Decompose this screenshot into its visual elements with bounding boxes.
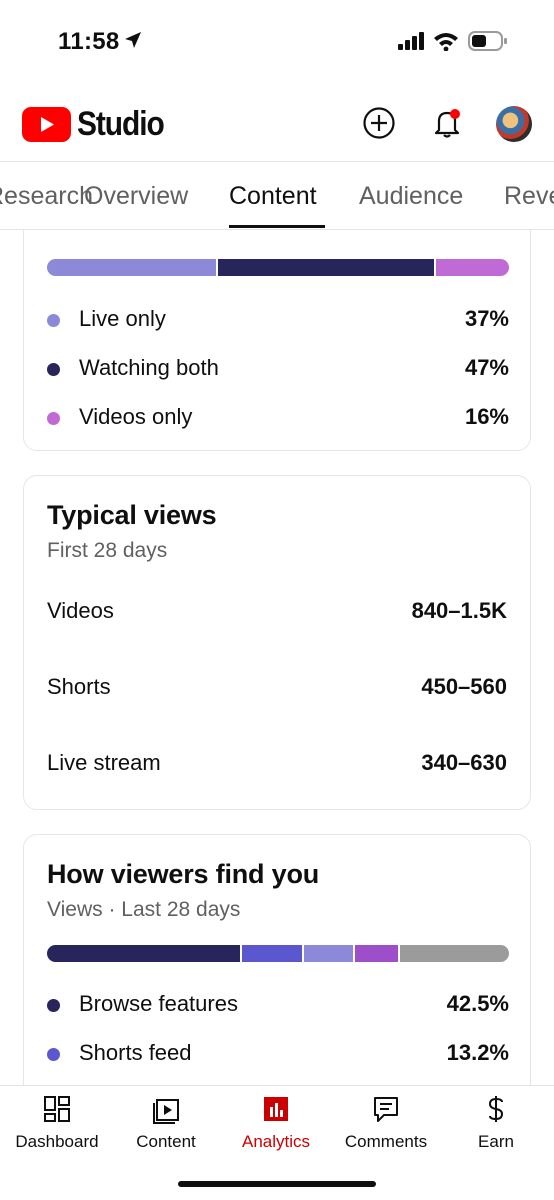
bar-segment [354,945,399,962]
typical-views-row: Live stream 340–630 [47,750,507,780]
bar-segment [47,259,217,276]
typical-views-card[interactable]: Typical views First 28 days Videos 840–1… [23,475,531,810]
legend-dot [47,314,60,327]
tab-overview[interactable]: Overview [84,182,188,211]
nav-content[interactable]: Content [111,1094,221,1152]
legend-value: 37% [464,306,509,331]
bar-segment [241,945,302,962]
row-label: Live stream [47,750,161,775]
typical-views-row: Shorts 450–560 [47,674,507,704]
card-subtitle: First 28 days [47,539,168,562]
nav-label: Analytics [241,1132,311,1151]
card-title: Typical views [47,500,217,530]
viewer-mix-card: Live only 37% Watching both 47% Videos o… [23,230,531,451]
nav-comments[interactable]: Comments [331,1094,441,1152]
brand-text: Studio [77,105,165,143]
nav-label: Content [136,1132,196,1151]
notifications-bell-icon[interactable] [430,106,464,140]
legend-item: Shorts feed 13.2% [47,1038,509,1068]
dashboard-icon [44,1096,70,1122]
bar-segment [47,945,240,962]
bar-segment [435,259,509,276]
home-indicator [178,1181,376,1187]
legend-value: 47% [464,355,509,380]
analytics-tabs: Research Overview Content Audience Reven… [0,161,554,230]
traffic-sources-card[interactable]: How viewers find you Views · Last 28 day… [23,834,531,1085]
status-bar: 11:58 [0,0,554,82]
row-value: 840–1.5K [411,598,507,623]
legend-dot [47,1048,60,1061]
legend-value: 13.2% [446,1040,509,1065]
create-plus-icon[interactable] [362,106,396,140]
earn-icon [488,1096,504,1122]
analytics-icon [264,1097,288,1121]
nav-label: Earn [478,1132,514,1151]
nav-earn[interactable]: Earn [441,1094,551,1152]
youtube-play-logo-icon [22,107,71,142]
nav-label: Comments [344,1132,428,1151]
youtube-studio-logo[interactable]: Studio [22,105,176,144]
legend-value: 42.5% [446,991,509,1016]
legend-item: Watching both 47% [47,353,509,383]
content-icon [153,1099,179,1124]
row-value: 450–560 [421,674,507,699]
tab-revenue[interactable]: Revenue [504,182,554,211]
comments-icon [374,1097,398,1122]
bar-segment [400,945,509,962]
active-tab-indicator [229,225,325,228]
account-avatar[interactable] [496,106,532,142]
tab-audience[interactable]: Audience [359,182,463,211]
cell-signal-icon [398,32,424,50]
nav-analytics[interactable]: Analytics [221,1094,331,1152]
row-value: 340–630 [421,750,507,775]
content-scroll-area[interactable]: Live only 37% Watching both 47% Videos o… [0,230,554,1085]
tab-research[interactable]: Research [0,182,93,211]
viewer-mix-bar [47,259,509,276]
nav-label: Dashboard [15,1132,99,1151]
typical-views-row: Videos 840–1.5K [47,598,507,628]
legend-item: Browse features 42.5% [47,989,509,1019]
traffic-sources-bar [47,945,509,962]
legend-dot [47,412,60,425]
tab-content[interactable]: Content [229,182,317,211]
legend-label: Shorts feed [79,1040,192,1065]
wifi-icon [434,33,458,51]
legend-dot [47,999,60,1012]
legend-label: Watching both [79,355,219,380]
legend-label: Live only [79,306,166,331]
battery-icon [468,31,507,51]
legend-label: Videos only [79,404,193,429]
legend-label: Browse features [79,991,238,1016]
bar-segment [218,259,434,276]
card-subtitle: Views · Last 28 days [47,898,241,921]
legend-item: Live only 37% [47,304,509,334]
legend-dot [47,363,60,376]
bar-segment [303,945,353,962]
app-header: Studio [0,82,554,162]
row-label: Shorts [47,674,111,699]
card-title: How viewers find you [47,859,320,889]
location-arrow-icon [125,32,141,48]
nav-dashboard[interactable]: Dashboard [2,1094,112,1152]
legend-item: Videos only 16% [47,402,509,432]
row-label: Videos [47,598,114,623]
legend-value: 16% [464,404,509,429]
status-time: 11:58 [58,28,120,55]
